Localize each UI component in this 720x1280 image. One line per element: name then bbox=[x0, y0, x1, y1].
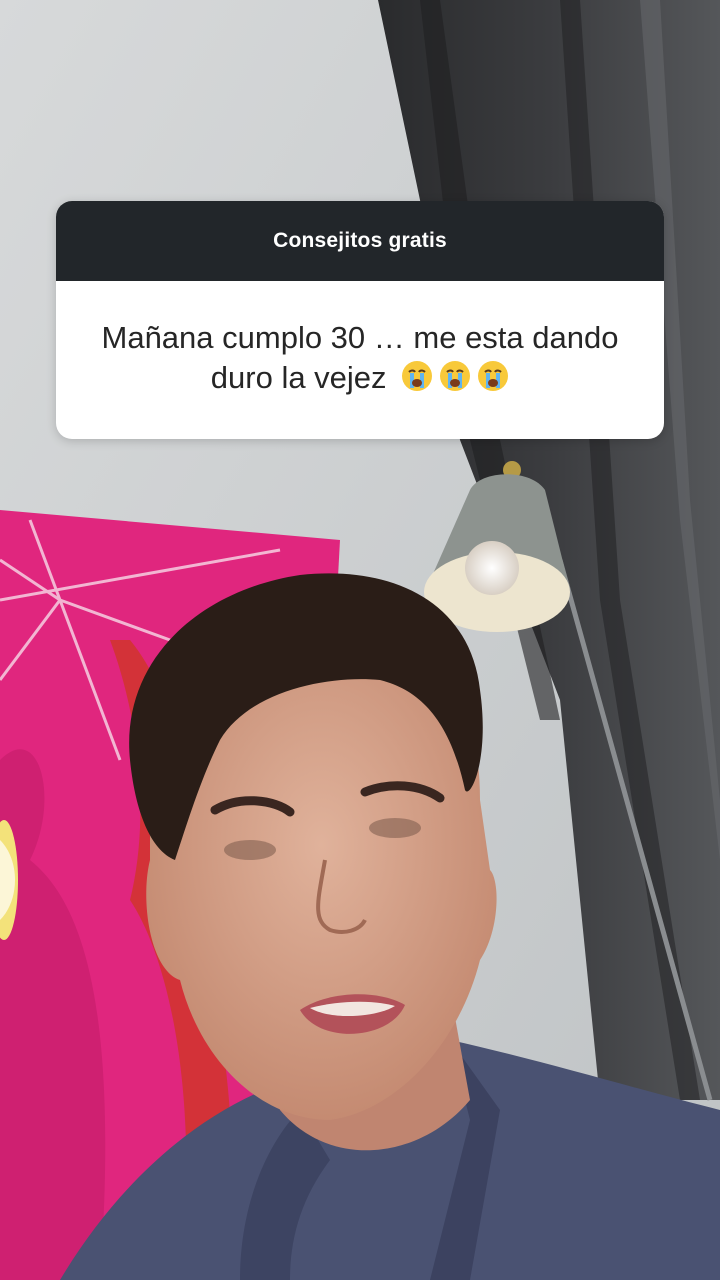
question-text-line1: Mañana cumplo 30 … me esta dando bbox=[101, 320, 619, 355]
question-sticker-header: Consejitos gratis bbox=[56, 201, 664, 281]
question-text: Mañana cumplo 30 … me esta dando duro la… bbox=[102, 318, 619, 402]
video-background bbox=[0, 0, 720, 1280]
question-sticker-body: Mañana cumplo 30 … me esta dando duro la… bbox=[56, 281, 664, 439]
loudly-crying-face-icon bbox=[439, 360, 471, 402]
question-text-line2: duro la vejez bbox=[210, 360, 387, 395]
question-sticker-title: Consejitos gratis bbox=[273, 229, 447, 252]
loudly-crying-face-icon bbox=[477, 360, 509, 402]
question-sticker: Consejitos gratis Mañana cumplo 30 … me … bbox=[56, 201, 664, 439]
loudly-crying-face-icon bbox=[401, 360, 433, 402]
